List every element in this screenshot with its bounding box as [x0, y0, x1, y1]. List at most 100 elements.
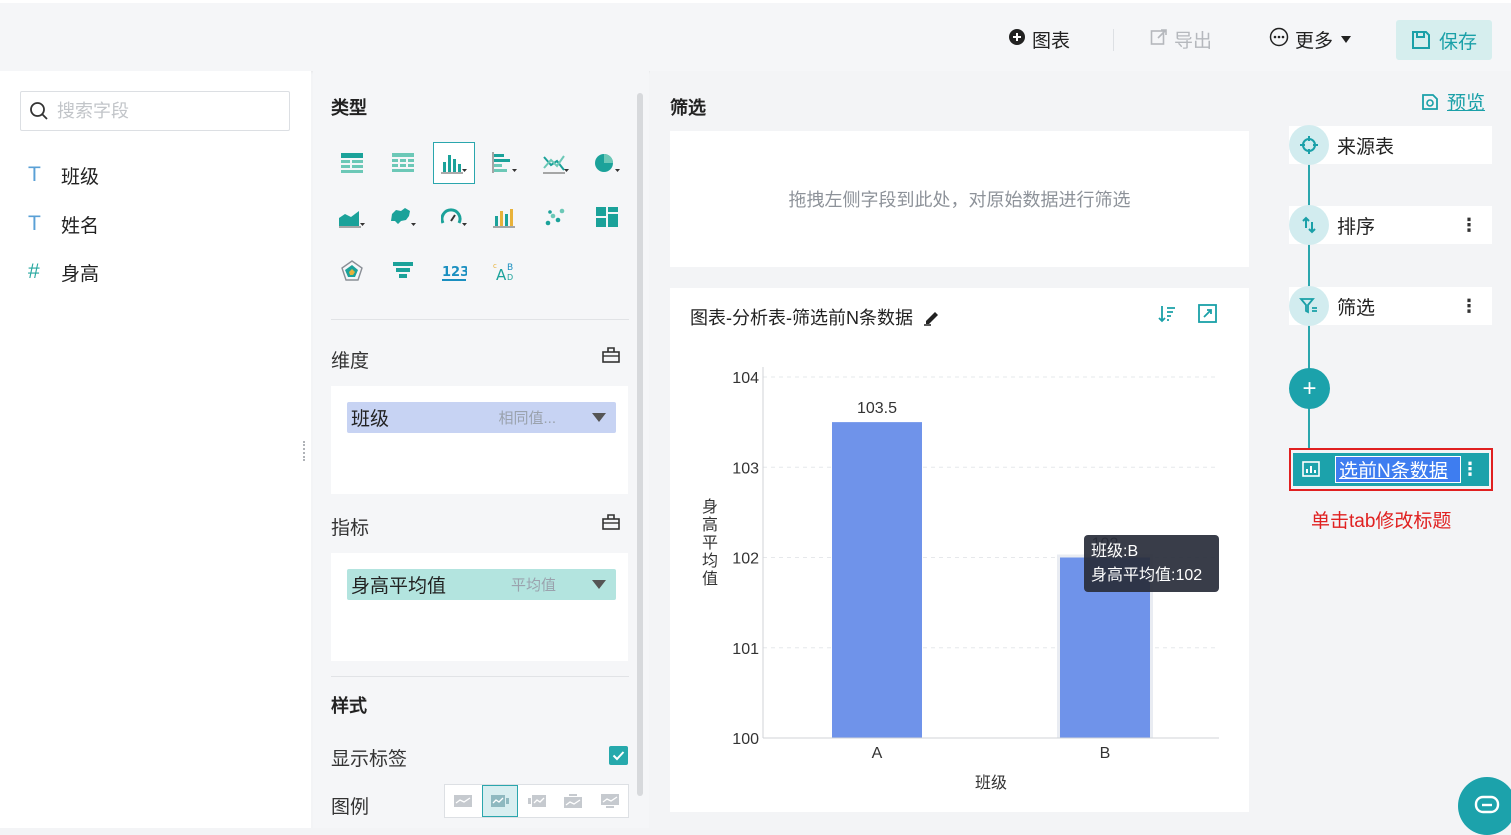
node-menu-icon[interactable]: ⋮ [1460, 215, 1478, 236]
legend-right-option[interactable] [481, 785, 519, 817]
export-label: 导出 [1174, 30, 1213, 52]
preview-button[interactable]: 预览 [1421, 88, 1485, 115]
field-name: 班级 [61, 166, 100, 188]
bar-chart-type-icon[interactable] [433, 142, 475, 184]
funnel-chart-type-icon[interactable] [382, 250, 424, 292]
legend-label: 图例 [331, 797, 370, 818]
node-menu-icon[interactable]: ⋮ [1460, 296, 1478, 317]
svg-text:A: A [496, 266, 507, 282]
add-chart-label: 图表 [1032, 30, 1071, 52]
toolbar-divider [1113, 29, 1114, 51]
chat-icon [1474, 795, 1500, 814]
data-label: 103.5 [857, 400, 897, 417]
cross-table-type-icon[interactable] [382, 142, 424, 184]
metric-pill-sub: 平均值 [510, 577, 556, 594]
svg-text:D: D [507, 273, 513, 282]
legend-bottom-option[interactable] [591, 785, 628, 817]
export-icon [1150, 28, 1168, 51]
text-type-icon: T [28, 212, 41, 235]
check-icon [612, 751, 625, 761]
x-tick-label: B [1100, 745, 1111, 762]
active-node-highlight: 选前N条数据 ⋮ [1289, 448, 1493, 491]
show-label-checkbox[interactable] [609, 746, 628, 765]
legend-left-option[interactable] [518, 785, 555, 817]
metric-pill[interactable]: 身高平均值 平均值 [347, 569, 616, 600]
dimension-pill-name: 班级 [351, 409, 390, 430]
field-search-box[interactable] [20, 91, 290, 131]
line-chart-type-icon[interactable] [535, 142, 577, 184]
word-cloud-type-icon[interactable]: cABD [484, 250, 526, 292]
map-chart-type-icon[interactable] [382, 196, 424, 238]
save-button[interactable]: 保存 [1396, 20, 1492, 60]
area-chart-type-icon[interactable] [331, 196, 373, 238]
chart-config-panel: 类型 123 cABD 维度 班级 相同值... 指标 身高平均值 平均值 样式… [313, 71, 649, 828]
pie-chart-type-icon[interactable] [586, 142, 628, 184]
gauge-chart-type-icon[interactable] [433, 196, 475, 238]
dimension-pill-sub: 相同值... [498, 410, 556, 427]
radar-chart-type-icon[interactable] [331, 250, 373, 292]
pipeline-node-filter[interactable]: 筛选 ⋮ [1289, 286, 1492, 326]
target-icon [1289, 125, 1329, 165]
save-icon [1411, 31, 1430, 49]
top-toolbar: 图表 导出 更多 保存 [0, 0, 1511, 71]
scatter-chart-type-icon[interactable] [535, 196, 577, 238]
y-tick-label: 100 [732, 731, 759, 748]
add-step-button[interactable]: + [1289, 368, 1330, 409]
pill-dropdown-icon[interactable] [592, 413, 606, 422]
combo-chart-type-icon[interactable] [484, 196, 526, 238]
more-button[interactable]: 更多 [1269, 25, 1352, 53]
chat-support-button[interactable] [1458, 777, 1511, 835]
metric-settings-icon[interactable] [602, 514, 620, 535]
bar-chart-icon [1302, 461, 1320, 477]
dimension-pill[interactable]: 班级 相同值... [347, 402, 616, 433]
dimension-settings-icon[interactable] [602, 347, 620, 368]
filter-icon [1289, 286, 1329, 326]
y-tick-label: 104 [732, 370, 759, 387]
node-menu-icon[interactable]: ⋮ [1461, 459, 1479, 480]
plus-circle-icon [1008, 28, 1026, 51]
pipeline-node-sort[interactable]: 排序 ⋮ [1289, 205, 1492, 245]
export-button[interactable]: 导出 [1150, 25, 1212, 53]
table-chart-type-icon[interactable] [331, 142, 373, 184]
more-circle-icon [1269, 27, 1289, 52]
node-label: 排序 [1337, 216, 1376, 238]
sort-arrows-icon [1289, 205, 1329, 245]
field-item-name[interactable]: T 姓名 [28, 209, 99, 239]
card-grid-type-icon[interactable] [586, 196, 628, 238]
x-tick-label: A [872, 745, 883, 762]
add-chart-button[interactable]: 图表 [1008, 25, 1070, 53]
caret-down-icon [1341, 35, 1352, 43]
main-canvas: 筛选 拖拽左侧字段到此处，对原始数据进行筛选 图表-分析表-筛选前N条数据 10… [650, 71, 1269, 828]
filter-placeholder: 拖拽左侧字段到此处，对原始数据进行筛选 [788, 190, 1131, 210]
horizontal-bar-type-icon[interactable] [484, 142, 526, 184]
field-item-class[interactable]: T 班级 [28, 160, 99, 190]
legend-none-option[interactable] [445, 785, 482, 817]
dimension-dropzone[interactable]: 班级 相同值... [331, 386, 628, 494]
node-title-input[interactable]: 选前N条数据 [1335, 456, 1461, 483]
field-item-height[interactable]: # 身高 [28, 257, 99, 287]
y-tick-label: 103 [732, 460, 759, 477]
plus-icon: + [1302, 374, 1317, 402]
number-type-icon: # [28, 260, 40, 283]
filter-dropzone[interactable]: 拖拽左侧字段到此处，对原始数据进行筛选 [670, 131, 1249, 267]
node-label: 来源表 [1337, 136, 1395, 158]
fields-panel: T 班级 T 姓名 # 身高 [0, 71, 311, 828]
field-name: 身高 [61, 263, 100, 285]
search-input[interactable] [57, 100, 277, 122]
pipeline-node-topn[interactable]: 选前N条数据 ⋮ [1293, 453, 1489, 486]
save-label: 保存 [1438, 31, 1477, 53]
config-scrollbar[interactable] [637, 93, 643, 796]
chart-card: 图表-分析表-筛选前N条数据 103.5102 100101102103104A… [670, 288, 1249, 812]
kpi-number-type-icon[interactable]: 123 [433, 250, 475, 292]
metric-dropzone[interactable]: 身高平均值 平均值 [331, 553, 628, 661]
search-icon [30, 102, 48, 120]
y-axis-title: 身高平均值 [702, 498, 718, 588]
preview-icon [1422, 93, 1438, 110]
dimension-label: 维度 [331, 351, 370, 372]
pipeline-node-source[interactable]: 来源表 [1289, 125, 1492, 165]
legend-top-option[interactable] [555, 785, 592, 817]
panel-resize-handle[interactable] [303, 441, 307, 461]
preview-label: 预览 [1447, 93, 1486, 114]
pill-dropdown-icon[interactable] [592, 580, 606, 589]
legend-position-selector [444, 784, 629, 818]
